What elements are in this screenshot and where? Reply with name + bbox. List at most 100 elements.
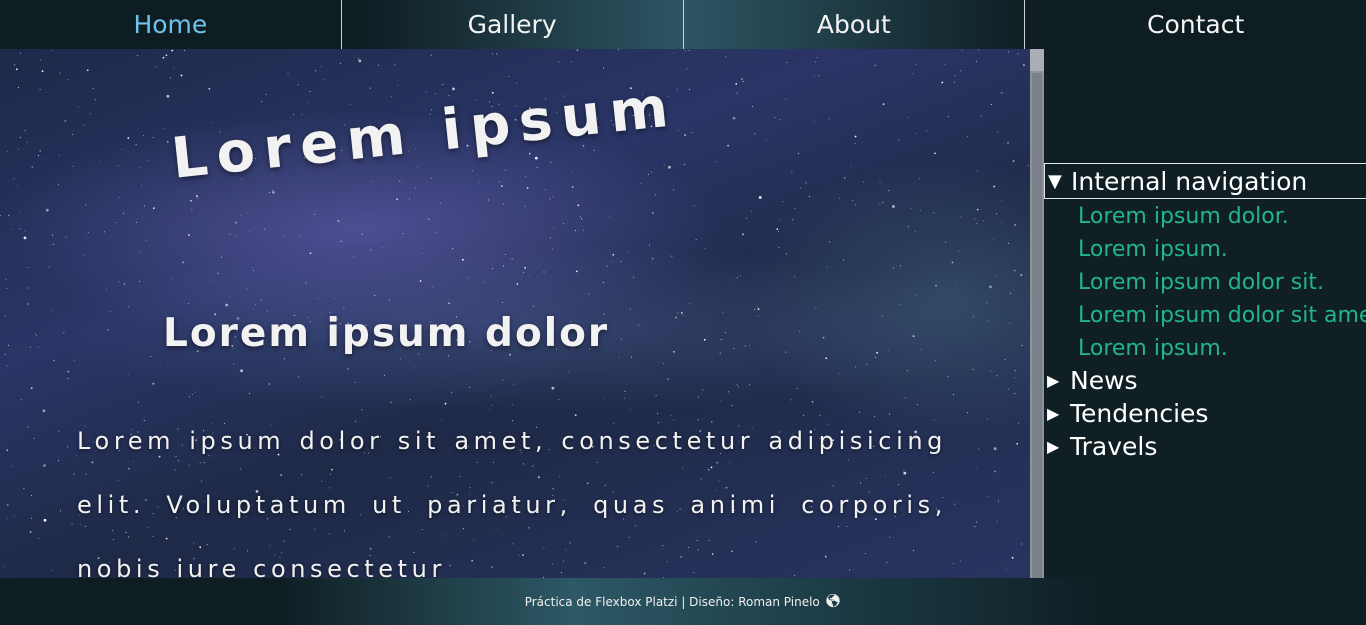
star xyxy=(31,166,34,168)
sidebar-link[interactable]: Lorem ipsum dolor. xyxy=(1078,200,1366,233)
nav-gallery[interactable]: Gallery xyxy=(340,0,683,49)
star xyxy=(188,302,190,304)
star xyxy=(370,249,372,251)
star xyxy=(196,195,198,198)
star xyxy=(779,119,781,121)
star xyxy=(309,252,312,255)
star xyxy=(876,351,878,354)
star xyxy=(703,338,706,341)
star xyxy=(361,233,363,235)
star xyxy=(1005,568,1007,570)
star xyxy=(620,261,622,262)
star xyxy=(87,231,89,233)
star xyxy=(492,53,494,55)
star xyxy=(577,204,580,207)
nav-contact[interactable]: Contact xyxy=(1024,0,1366,49)
star xyxy=(603,67,604,69)
star xyxy=(543,271,545,273)
star xyxy=(468,277,470,279)
star xyxy=(6,504,9,506)
star xyxy=(920,349,922,351)
star xyxy=(6,449,9,452)
star xyxy=(813,120,815,122)
star xyxy=(814,61,816,63)
star xyxy=(11,465,13,467)
sidebar-link[interactable]: Lorem ipsum dolor sit. xyxy=(1078,266,1366,299)
news-toggle[interactable]: ▶ News xyxy=(1044,364,1366,397)
star xyxy=(549,237,551,239)
star xyxy=(39,150,42,152)
star xyxy=(20,52,22,54)
star xyxy=(184,49,185,51)
star xyxy=(900,303,902,305)
star xyxy=(399,180,401,182)
star xyxy=(20,399,22,401)
star xyxy=(45,208,49,212)
nav-home[interactable]: Home xyxy=(0,0,341,49)
footer-text: Práctica de Flexbox Platzi | Diseño: Rom… xyxy=(524,594,820,609)
star xyxy=(67,79,69,81)
star xyxy=(794,276,796,278)
star xyxy=(1018,422,1019,424)
scrollbar-thumb[interactable] xyxy=(1032,73,1042,578)
star xyxy=(774,116,776,118)
star xyxy=(739,274,741,276)
star xyxy=(630,356,632,358)
star xyxy=(681,312,683,314)
star xyxy=(986,418,988,420)
star xyxy=(472,170,474,172)
star xyxy=(790,399,792,401)
star xyxy=(799,187,801,189)
travels-toggle[interactable]: ▶ Travels xyxy=(1044,430,1366,463)
star xyxy=(536,166,538,168)
star xyxy=(188,396,190,398)
tendencies-toggle[interactable]: ▶ Tendencies xyxy=(1044,397,1366,430)
star xyxy=(340,240,343,243)
star xyxy=(974,526,976,528)
internal-navigation-links: Lorem ipsum dolor. Lorem ipsum. Lorem ip… xyxy=(1078,200,1366,365)
star xyxy=(526,187,529,189)
star xyxy=(29,531,32,533)
star xyxy=(980,115,982,117)
star xyxy=(225,303,229,307)
star xyxy=(944,63,946,65)
star xyxy=(854,135,857,138)
star xyxy=(6,151,8,152)
main-content: Lorem ipsum Lorem ipsum dolor Lorem ipsu… xyxy=(0,49,1030,578)
sidebar-link[interactable]: Lorem ipsum. xyxy=(1078,233,1366,266)
star xyxy=(58,184,59,186)
star xyxy=(735,83,738,85)
star xyxy=(15,68,18,71)
sidebar-link[interactable]: Lorem ipsum. xyxy=(1078,332,1366,365)
star xyxy=(906,370,908,371)
main-scrollbar[interactable] xyxy=(1030,49,1044,578)
star xyxy=(173,68,175,70)
star xyxy=(574,229,576,231)
star xyxy=(925,319,927,321)
star xyxy=(171,49,174,52)
star xyxy=(141,185,143,187)
star xyxy=(651,257,654,260)
star xyxy=(792,219,794,221)
star xyxy=(1001,199,1002,201)
star xyxy=(490,395,492,397)
star xyxy=(65,236,67,238)
star xyxy=(384,374,385,376)
star xyxy=(28,267,30,268)
star xyxy=(72,165,74,167)
star xyxy=(612,253,615,256)
star xyxy=(246,288,248,290)
star xyxy=(828,118,830,120)
star xyxy=(785,351,787,353)
star xyxy=(452,248,454,249)
star xyxy=(212,279,214,281)
star xyxy=(409,198,410,200)
star xyxy=(720,400,722,402)
star xyxy=(208,87,211,90)
sidebar-link[interactable]: Lorem ipsum dolor sit amet. xyxy=(1078,299,1366,332)
star xyxy=(744,345,746,347)
internal-navigation-toggle[interactable]: ▼ Internal navigation xyxy=(1044,163,1366,199)
star xyxy=(170,278,172,280)
star xyxy=(898,139,900,141)
nav-about[interactable]: About xyxy=(682,0,1025,49)
